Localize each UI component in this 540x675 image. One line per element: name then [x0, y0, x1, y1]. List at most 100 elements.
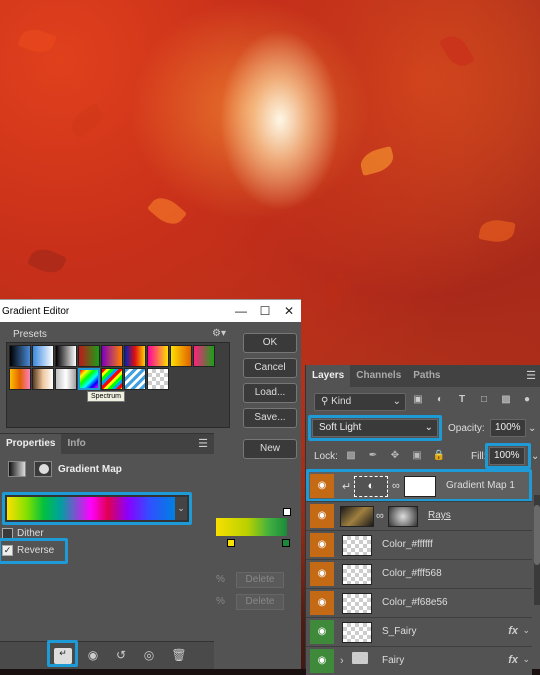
close-icon[interactable]: ✕ — [277, 304, 301, 318]
reset-icon[interactable]: ↺ — [112, 648, 130, 664]
layers-scrollbar[interactable] — [534, 495, 540, 605]
layer-row[interactable]: ◉ Color_#fff568 — [306, 559, 532, 588]
lock-all-icon[interactable]: 🔒 — [432, 450, 446, 464]
delete-button[interactable]: Delete — [236, 572, 284, 588]
layer-thumbnail — [342, 564, 372, 585]
lock-transparent-icon[interactable]: ▩ — [344, 450, 358, 464]
tab-paths[interactable]: Paths — [407, 365, 446, 387]
gradient-swatch[interactable] — [78, 368, 100, 390]
chevron-down-icon[interactable]: ⌄ — [175, 497, 187, 520]
gradient-swatch[interactable] — [101, 368, 123, 390]
layer-row[interactable]: ◉ S_Fairy fx ⌄ — [306, 617, 532, 646]
layer-thumbnail — [342, 593, 372, 614]
layer-row[interactable]: ◉ Color_#f68e56 — [306, 588, 532, 617]
opacity-field[interactable]: 100% — [490, 419, 526, 437]
gradient-swatch[interactable] — [124, 345, 146, 367]
leaf-decoration — [438, 30, 476, 72]
gradient-swatch[interactable] — [101, 345, 123, 367]
layer-thumbnail — [340, 506, 374, 527]
tab-info[interactable]: Info — [61, 434, 91, 454]
visibility-eye-icon[interactable]: ◉ — [310, 591, 334, 615]
scrollbar-thumb[interactable] — [534, 505, 540, 565]
minimize-icon[interactable]: — — [229, 304, 253, 318]
gradient-swatch[interactable] — [147, 368, 169, 390]
layers-panel: Layers Channels Paths ☰ ⚲ Kind ⌄ ▣ ◐ T □ … — [305, 365, 540, 675]
panel-menu-icon[interactable]: ☰ — [198, 437, 208, 450]
layer-row[interactable]: ◉ › Fairy fx ⌄ — [306, 646, 532, 675]
load-button[interactable]: Load... — [243, 383, 297, 403]
gradient-swatch[interactable] — [55, 368, 77, 390]
delete-button[interactable]: Delete — [236, 594, 284, 610]
presets-swatch-grid — [6, 342, 230, 428]
mask-icon[interactable] — [34, 461, 52, 477]
properties-title: Gradient Map — [58, 464, 122, 475]
color-stop[interactable] — [227, 539, 235, 547]
leaf-decoration — [317, 271, 357, 311]
fx-icon[interactable]: fx — [508, 654, 518, 666]
panel-menu-icon[interactable]: ☰ — [526, 369, 536, 382]
shape-filter-icon[interactable]: □ — [477, 394, 491, 408]
image-filter-icon[interactable]: ▣ — [411, 394, 425, 408]
visibility-eye-icon[interactable]: ◉ — [310, 562, 334, 586]
ok-button[interactable]: OK — [243, 333, 297, 353]
lock-brush-icon[interactable]: ✒ — [366, 450, 380, 464]
visibility-eye-icon[interactable]: ◉ — [310, 649, 334, 673]
visibility-eye-icon[interactable]: ◎ — [140, 648, 158, 664]
gradient-picker[interactable]: ⌄ — [2, 492, 192, 525]
blend-mode-value: Soft Light — [319, 422, 362, 433]
opacity-stop[interactable] — [283, 508, 291, 516]
maximize-icon[interactable]: ☐ — [253, 304, 277, 318]
chevron-down-icon[interactable]: ⌄ — [522, 625, 530, 636]
layer-name: Color_#fff568 — [382, 568, 442, 579]
gradient-swatch[interactable] — [9, 368, 31, 390]
fill-field[interactable]: 100% — [489, 447, 525, 465]
type-filter-icon[interactable]: T — [455, 394, 469, 408]
gradient-editor-bar[interactable] — [216, 518, 287, 536]
gradient-preview[interactable] — [7, 497, 175, 520]
gradient-swatch[interactable] — [124, 368, 146, 390]
visibility-eye-icon[interactable]: ◉ — [310, 533, 334, 557]
trash-icon[interactable]: 🗑 — [170, 648, 188, 664]
gradient-swatch[interactable] — [32, 345, 54, 367]
link-icon[interactable]: ∞ — [376, 510, 384, 522]
fill-chevron-icon[interactable]: ⌄ — [531, 451, 539, 462]
new-button[interactable]: New — [243, 439, 297, 459]
gradient-swatch[interactable] — [55, 345, 77, 367]
gradient-swatch[interactable] — [9, 345, 31, 367]
chevron-down-icon[interactable]: ⌄ — [522, 654, 530, 665]
gradient-swatch[interactable] — [193, 345, 215, 367]
tab-properties[interactable]: Properties — [0, 434, 62, 454]
gradient-swatch[interactable] — [78, 345, 100, 367]
fx-icon[interactable]: fx — [508, 625, 518, 637]
filter-toggle-icon[interactable]: ● — [520, 394, 534, 408]
gradient-map-highlight — [306, 469, 532, 502]
kind-filter-select[interactable]: ⚲ Kind ⌄ — [314, 393, 406, 411]
gradient-swatch[interactable] — [32, 368, 54, 390]
leaf-decoration — [146, 191, 188, 231]
chevron-right-icon[interactable]: › — [340, 655, 344, 667]
layer-row[interactable]: ◉ ∞ Rays — [306, 501, 532, 530]
gradient-swatch[interactable] — [170, 345, 192, 367]
tab-channels[interactable]: Channels — [350, 365, 407, 387]
lock-position-icon[interactable]: ✥ — [388, 450, 402, 464]
lock-artboard-icon[interactable]: ▣ — [410, 450, 424, 464]
gradient-swatch[interactable] — [147, 345, 169, 367]
gear-icon[interactable]: ⚙▾ — [212, 328, 226, 339]
leaf-decoration — [357, 145, 397, 177]
adjustment-icon[interactable] — [8, 461, 26, 477]
visibility-eye-icon[interactable]: ◉ — [310, 620, 334, 644]
layer-row[interactable]: ◉ Color_#ffffff — [306, 530, 532, 559]
reverse-checkbox[interactable]: ✓ — [2, 545, 13, 556]
tab-layers[interactable]: Layers — [306, 365, 351, 387]
opacity-chevron-icon[interactable]: ⌄ — [528, 423, 536, 434]
adjustment-filter-icon[interactable]: ◐ — [433, 394, 447, 408]
view-previous-icon[interactable]: ◉ — [84, 648, 102, 664]
cancel-button[interactable]: Cancel — [243, 358, 297, 378]
opacity-label: Opacity: — [448, 423, 485, 434]
blend-mode-select[interactable]: Soft Light ⌄ — [312, 419, 438, 437]
spectrum-tooltip: Spectrum — [87, 391, 125, 402]
visibility-eye-icon[interactable]: ◉ — [310, 504, 334, 528]
save-button[interactable]: Save... — [243, 408, 297, 428]
color-stop[interactable] — [282, 539, 290, 547]
smart-object-filter-icon[interactable]: ▩ — [499, 394, 513, 408]
